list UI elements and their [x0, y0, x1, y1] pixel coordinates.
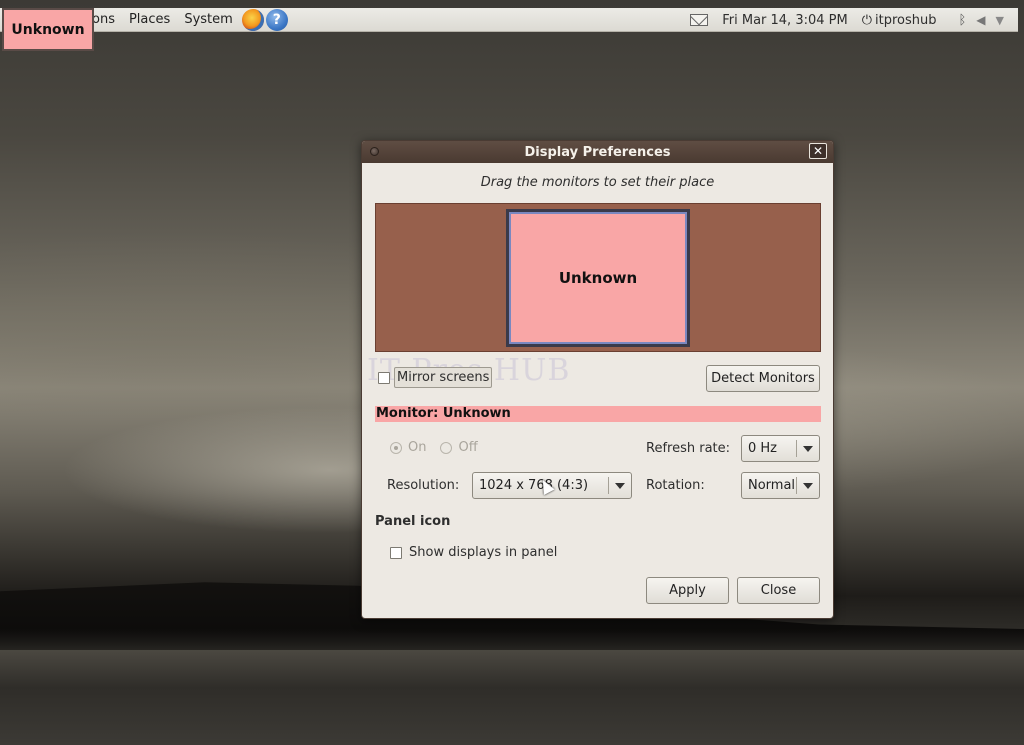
user-menu[interactable]: itproshub [875, 13, 936, 28]
top-panel: ons Places System ? Fri Mar 14, 3:04 PM … [0, 8, 1018, 32]
combo-separator [608, 477, 609, 494]
show-displays-row[interactable]: Show displays in panel [390, 545, 557, 560]
on-radio[interactable] [390, 441, 402, 454]
volume-icon[interactable]: ◀ [976, 13, 985, 27]
mail-icon[interactable] [690, 14, 709, 26]
resolution-label: Resolution: [387, 478, 460, 493]
help-icon[interactable]: ? [265, 8, 288, 31]
off-radio-label: Off [458, 440, 478, 455]
combo-separator [796, 440, 797, 457]
chevron-down-icon [615, 483, 625, 489]
clock[interactable]: Fri Mar 14, 3:04 PM [722, 13, 847, 28]
show-displays-checkbox[interactable] [390, 546, 402, 559]
panel-icon-title: Panel icon [375, 514, 451, 529]
applications-menu[interactable]: ons [92, 8, 122, 32]
panel-tray: Fri Mar 14, 3:04 PM ⏻ itproshub ᛒ ◀ ▼ [690, 8, 1018, 32]
dialog-titlebar[interactable]: Display Preferences ✕ [362, 141, 833, 163]
monitor-identify-label: Unknown [2, 8, 94, 51]
display-preferences-dialog: Display Preferences ✕ Drag the monitors … [361, 140, 834, 619]
rotation-value: Normal [748, 478, 796, 493]
window-menu-icon[interactable] [370, 147, 379, 156]
monitor-box[interactable]: Unknown [506, 209, 690, 347]
on-radio-label: On [408, 440, 427, 455]
close-button[interactable]: Close [737, 577, 820, 604]
resolution-value: 1024 x 768 (4:3) [479, 478, 589, 493]
refresh-rate-select[interactable]: 0 Hz [741, 435, 820, 462]
power-icon[interactable]: ⏻ [862, 13, 872, 28]
power-radio-group: On Off [390, 440, 478, 455]
bluetooth-icon[interactable]: ᛒ [958, 13, 966, 28]
combo-separator [796, 477, 797, 494]
system-menu[interactable]: System [177, 8, 239, 32]
monitor-header: Monitor: Unknown [375, 406, 821, 422]
mirror-screens-label[interactable]: Mirror screens [394, 367, 493, 388]
rotation-label: Rotation: [646, 478, 705, 493]
arrange-hint: Drag the monitors to set their place [480, 175, 715, 190]
network-icon[interactable]: ▼ [996, 14, 1004, 27]
chevron-down-icon [803, 446, 813, 452]
chevron-down-icon [803, 483, 813, 489]
refresh-rate-label: Refresh rate: [646, 441, 731, 456]
close-icon[interactable]: ✕ [809, 143, 827, 159]
refresh-rate-value: 0 Hz [748, 441, 778, 456]
detect-monitors-button[interactable]: Detect Monitors [706, 365, 820, 392]
firefox-icon[interactable] [241, 8, 264, 31]
show-displays-label[interactable]: Show displays in panel [409, 545, 557, 560]
dialog-title: Display Preferences [524, 144, 671, 160]
wallpaper-water [0, 650, 1024, 745]
off-radio[interactable] [440, 441, 453, 454]
mirror-screens-checkbox[interactable] [378, 371, 390, 384]
places-menu[interactable]: Places [122, 8, 177, 32]
rotation-select[interactable]: Normal [741, 472, 820, 499]
apply-button[interactable]: Apply [646, 577, 729, 604]
monitor-arrange-area[interactable]: Unknown [375, 203, 821, 352]
mirror-screens-row[interactable]: Mirror screens [378, 367, 493, 388]
